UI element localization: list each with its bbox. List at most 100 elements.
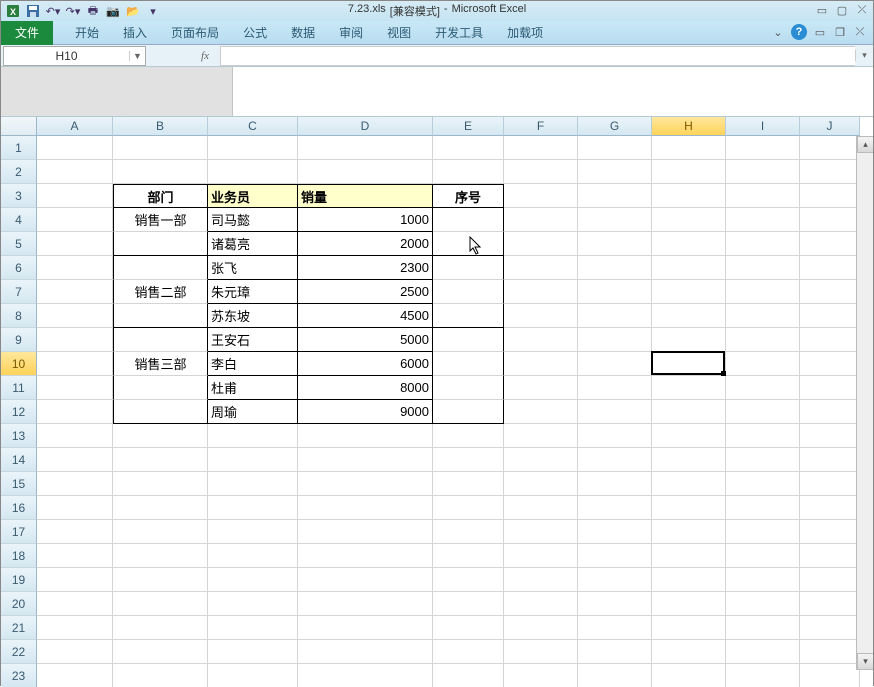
row-header-14[interactable]: 14	[1, 448, 37, 472]
cell-A18[interactable]	[37, 544, 113, 568]
cell-H15[interactable]	[652, 472, 726, 496]
column-header-J[interactable]: J	[800, 117, 860, 136]
cell-A23[interactable]	[37, 664, 113, 687]
row-header-20[interactable]: 20	[1, 592, 37, 616]
cell-D12[interactable]: 9000	[298, 400, 433, 424]
cell-I8[interactable]	[726, 304, 800, 328]
column-header-E[interactable]: E	[433, 117, 504, 136]
tab-data[interactable]: 数据	[279, 24, 327, 41]
cell-G13[interactable]	[578, 424, 652, 448]
cell-I18[interactable]	[726, 544, 800, 568]
cell-A17[interactable]	[37, 520, 113, 544]
cell-E11[interactable]	[433, 376, 504, 400]
cell-F15[interactable]	[504, 472, 578, 496]
cells-area[interactable]: 部门业务员销量序号销售一部司马懿1000诸葛亮2000张飞2300销售二部朱元璋…	[37, 136, 860, 687]
cell-D19[interactable]	[298, 568, 433, 592]
insert-function-icon[interactable]: fx	[196, 47, 214, 65]
cell-B8[interactable]	[113, 304, 208, 328]
cell-F16[interactable]	[504, 496, 578, 520]
row-header-17[interactable]: 17	[1, 520, 37, 544]
row-header-18[interactable]: 18	[1, 544, 37, 568]
file-tab[interactable]: 文件	[1, 21, 53, 45]
row-header-10[interactable]: 10	[1, 352, 37, 376]
cell-J12[interactable]	[800, 400, 860, 424]
cell-H18[interactable]	[652, 544, 726, 568]
cell-G21[interactable]	[578, 616, 652, 640]
cell-H21[interactable]	[652, 616, 726, 640]
tab-addins[interactable]: 加载项	[495, 24, 555, 41]
cell-J13[interactable]	[800, 424, 860, 448]
cell-G14[interactable]	[578, 448, 652, 472]
cell-G16[interactable]	[578, 496, 652, 520]
cell-A12[interactable]	[37, 400, 113, 424]
formula-bar-expand-icon[interactable]: ▾	[855, 50, 873, 61]
cell-J8[interactable]	[800, 304, 860, 328]
tab-page-layout[interactable]: 页面布局	[159, 24, 231, 41]
window-inner-close-icon[interactable]: ⤫	[853, 25, 867, 39]
cell-G17[interactable]	[578, 520, 652, 544]
cell-A11[interactable]	[37, 376, 113, 400]
cell-F2[interactable]	[504, 160, 578, 184]
cell-C3[interactable]: 业务员	[208, 184, 298, 208]
cell-H11[interactable]	[652, 376, 726, 400]
cell-F23[interactable]	[504, 664, 578, 687]
cell-F10[interactable]	[504, 352, 578, 376]
row-header-7[interactable]: 7	[1, 280, 37, 304]
vertical-scrollbar[interactable]: ▴ ▾	[856, 136, 873, 670]
cell-C13[interactable]	[208, 424, 298, 448]
cell-F17[interactable]	[504, 520, 578, 544]
tab-home[interactable]: 开始	[63, 24, 111, 41]
cell-J6[interactable]	[800, 256, 860, 280]
cell-J17[interactable]	[800, 520, 860, 544]
save-icon[interactable]	[25, 3, 41, 19]
cell-A5[interactable]	[37, 232, 113, 256]
cell-H5[interactable]	[652, 232, 726, 256]
cell-G4[interactable]	[578, 208, 652, 232]
cell-B7[interactable]: 销售二部	[113, 280, 208, 304]
cell-F19[interactable]	[504, 568, 578, 592]
cell-B23[interactable]	[113, 664, 208, 687]
cell-I12[interactable]	[726, 400, 800, 424]
cell-F3[interactable]	[504, 184, 578, 208]
cell-G19[interactable]	[578, 568, 652, 592]
row-header-23[interactable]: 23	[1, 664, 37, 687]
cell-D13[interactable]	[298, 424, 433, 448]
cell-F7[interactable]	[504, 280, 578, 304]
cell-B3[interactable]: 部门	[113, 184, 208, 208]
cell-C8[interactable]: 苏东坡	[208, 304, 298, 328]
cell-J11[interactable]	[800, 376, 860, 400]
cell-I15[interactable]	[726, 472, 800, 496]
cell-C10[interactable]: 李白	[208, 352, 298, 376]
cell-I1[interactable]	[726, 136, 800, 160]
cell-G15[interactable]	[578, 472, 652, 496]
cell-C1[interactable]	[208, 136, 298, 160]
cell-C16[interactable]	[208, 496, 298, 520]
cell-C22[interactable]	[208, 640, 298, 664]
cell-E21[interactable]	[433, 616, 504, 640]
cell-J3[interactable]	[800, 184, 860, 208]
cell-B20[interactable]	[113, 592, 208, 616]
column-header-D[interactable]: D	[298, 117, 433, 136]
cell-I11[interactable]	[726, 376, 800, 400]
cell-G10[interactable]	[578, 352, 652, 376]
cell-E5[interactable]	[433, 232, 504, 256]
cell-H1[interactable]	[652, 136, 726, 160]
cell-B18[interactable]	[113, 544, 208, 568]
cell-H9[interactable]	[652, 328, 726, 352]
cell-A15[interactable]	[37, 472, 113, 496]
scroll-track[interactable]	[857, 153, 873, 653]
tab-insert[interactable]: 插入	[111, 24, 159, 41]
cell-H14[interactable]	[652, 448, 726, 472]
cell-A6[interactable]	[37, 256, 113, 280]
column-header-G[interactable]: G	[578, 117, 652, 136]
cell-D9[interactable]: 5000	[298, 328, 433, 352]
cell-A14[interactable]	[37, 448, 113, 472]
cell-E10[interactable]	[433, 352, 504, 376]
undo-icon[interactable]: ↶▾	[45, 3, 61, 19]
cell-D6[interactable]: 2300	[298, 256, 433, 280]
cell-J22[interactable]	[800, 640, 860, 664]
cell-A4[interactable]	[37, 208, 113, 232]
cell-C21[interactable]	[208, 616, 298, 640]
cell-G7[interactable]	[578, 280, 652, 304]
cell-H16[interactable]	[652, 496, 726, 520]
